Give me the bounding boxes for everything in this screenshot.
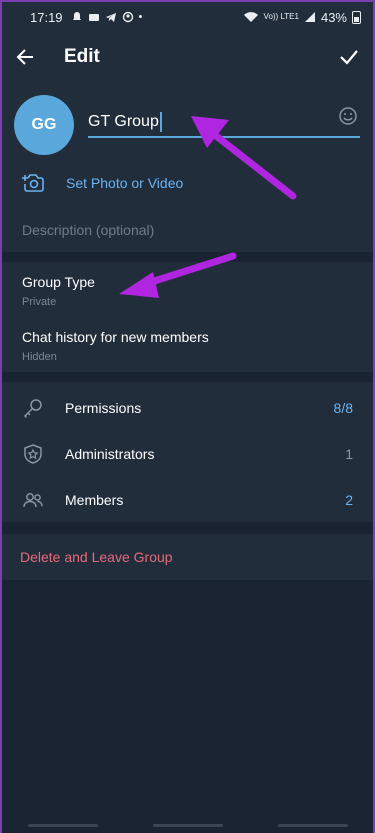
status-right: Vo)) LTE1 43% — [243, 10, 361, 25]
page-title: Edit — [64, 46, 100, 67]
emoji-icon[interactable] — [338, 106, 358, 126]
shield-star-icon — [24, 444, 42, 464]
system-nav-bar — [0, 817, 375, 833]
telegram-icon — [105, 13, 116, 22]
members-label: Members — [65, 492, 124, 508]
avatar-initials: GG — [31, 116, 57, 133]
notification-icons: • — [71, 11, 143, 23]
status-time: 17:19 — [30, 9, 63, 25]
chat-history-value: Hidden — [22, 351, 57, 363]
nav-recents-bar[interactable] — [27, 823, 98, 827]
set-photo-label: Set Photo or Video — [66, 175, 184, 191]
app-notification-icon — [88, 14, 99, 21]
permissions-row[interactable]: Permissions 8/8 — [0, 388, 375, 428]
camera-add-icon — [22, 174, 44, 192]
arrow-left-icon[interactable] — [16, 48, 34, 66]
delete-leave-group-button[interactable]: Delete and Leave Group — [0, 534, 375, 580]
avatar[interactable]: GG — [14, 95, 74, 155]
group-icon — [122, 11, 133, 23]
group-type-title: Group Type — [22, 274, 95, 290]
wifi-icon — [243, 12, 258, 22]
annotation-arrow-name — [191, 116, 297, 200]
permissions-label: Permissions — [65, 400, 142, 416]
status-bar: 17:19 • Vo)) LTE1 43% — [0, 0, 375, 34]
members-row[interactable]: Members 2 — [0, 480, 375, 520]
delete-leave-group-label: Delete and Leave Group — [20, 549, 173, 565]
administrators-count: 1 — [345, 446, 353, 462]
permissions-count: 8/8 — [333, 400, 353, 416]
key-icon — [23, 399, 42, 419]
group-type-value: Private — [22, 296, 57, 308]
annotation-arrow-group-type — [119, 252, 237, 298]
more-notifications: • — [138, 11, 143, 23]
chat-history-setting[interactable]: Chat history for new members Hidden — [22, 329, 209, 363]
chat-history-title: Chat history for new members — [22, 329, 209, 345]
bell-icon — [72, 12, 81, 20]
app-bar: Edit — [0, 34, 375, 80]
signal-icon — [304, 12, 315, 22]
group-type-setting[interactable]: Group Type Private — [22, 274, 95, 308]
nav-home-bar[interactable] — [152, 823, 223, 827]
nav-back-bar[interactable] — [277, 823, 348, 827]
network-label: Vo)) LTE1 — [263, 12, 299, 21]
administrators-row[interactable]: Administrators 1 — [0, 434, 375, 474]
people-icon — [23, 493, 43, 508]
group-name-value: GT Group — [88, 113, 159, 130]
description-field[interactable]: Description (optional) — [22, 222, 154, 238]
battery-icon — [352, 10, 361, 24]
check-icon[interactable] — [339, 49, 359, 65]
members-count: 2 — [345, 492, 353, 508]
members-section: Permissions 8/8 Administrators 1 Members… — [0, 382, 375, 522]
battery-percent: 43% — [320, 9, 347, 25]
administrators-label: Administrators — [65, 446, 155, 462]
text-cursor — [159, 112, 162, 132]
